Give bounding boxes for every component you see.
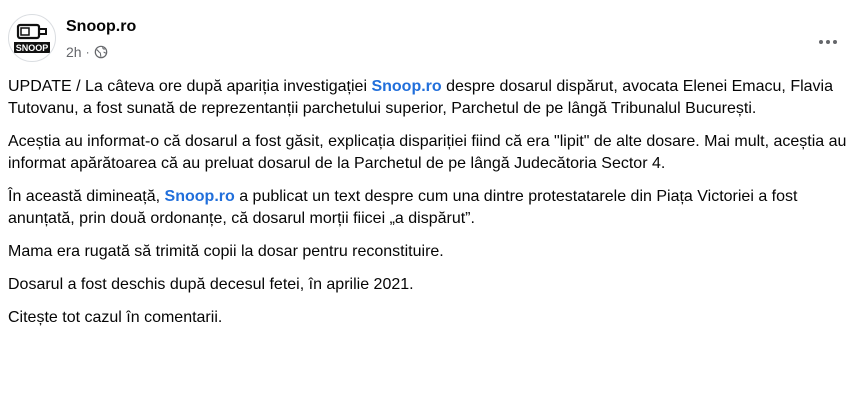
post-paragraph-4: Mama era rugată să trimită copii la dosa… [8,243,444,260]
post-header: SNOOP Snoop.ro 2h · [8,14,854,66]
paragraph-text: UPDATE / La câteva ore după apariția inv… [8,78,372,95]
post-body: UPDATE / La câteva ore după apariția inv… [8,76,848,340]
avatar[interactable]: SNOOP [8,14,56,62]
post-meta: 2h · [66,44,108,60]
facebook-post: SNOOP Snoop.ro 2h · UPDATE / La câteva o… [0,0,862,406]
post-paragraph-2: Aceștia au informat-o că dosarul a fost … [8,133,847,172]
post-paragraph-1: UPDATE / La câteva ore după apariția inv… [8,76,848,120]
page-name-link[interactable]: Snoop.ro [66,18,136,36]
post-paragraph-6: Citește tot cazul în comentarii. [8,309,223,326]
more-options-icon[interactable] [810,24,846,60]
globe-icon[interactable] [94,45,108,59]
snoop-logo-icon: SNOOP [14,23,50,53]
post-timestamp[interactable]: 2h [66,44,82,60]
post-paragraph-3: În această dimineață, Snoop.ro a publica… [8,186,848,230]
snoop-link[interactable]: Snoop.ro [371,78,441,95]
paragraph-text: În această dimineață, [8,188,165,205]
post-paragraph-5: Dosarul a fost deschis după decesul fete… [8,276,414,293]
avatar-logo-text: SNOOP [16,43,49,53]
meta-separator: · [85,45,90,59]
snoop-link[interactable]: Snoop.ro [165,188,235,205]
